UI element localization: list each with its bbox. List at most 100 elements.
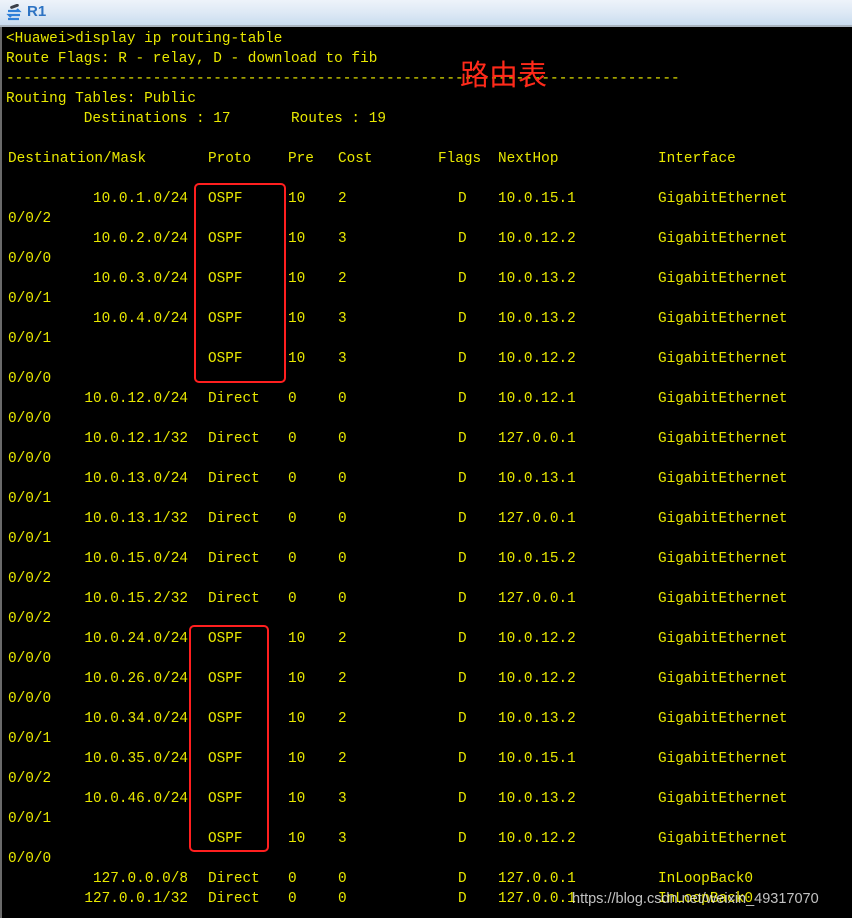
route-nexthop: 10.0.13.2 [498,791,576,807]
route-destination: 127.0.0.1/32 [84,891,188,907]
route-destination: 10.0.15.0/24 [84,551,188,567]
route-destination: 10.0.3.0/24 [93,271,188,287]
route-flags: D [458,191,467,207]
route-flags: D [458,471,467,487]
route-destination: 10.0.35.0/24 [84,751,188,767]
route-nexthop: 10.0.12.2 [498,231,576,247]
route-cost: 2 [338,271,347,287]
route-cost: 0 [338,591,347,607]
route-pre: 0 [288,551,297,567]
col-interface-header: Interface [658,151,736,167]
route-interface: GigabitEthernet [658,431,788,447]
col-proto-header: Proto [208,151,252,167]
route-interface: GigabitEthernet [658,711,788,727]
route-nexthop: 10.0.15.1 [498,751,576,767]
route-nexthop: 10.0.12.2 [498,831,576,847]
route-flags: D [458,351,467,367]
route-pre: 10 [288,231,306,247]
ospf-highlight-box-top [194,183,286,383]
route-interface: GigabitEthernet [658,271,788,287]
route-pre: 0 [288,391,297,407]
col-destination-header: Destination/Mask [8,151,147,167]
route-cost: 2 [338,631,347,647]
route-nexthop: 10.0.13.2 [498,711,576,727]
window-title: R1 [27,3,47,20]
route-interface-continuation: 0/0/2 [8,571,52,587]
routing-tables-line: Routing Tables: Public [6,91,196,107]
route-flags: D [458,511,467,527]
route-nexthop: 10.0.12.2 [498,351,576,367]
route-interface-continuation: 0/0/2 [8,771,52,787]
route-nexthop: 10.0.15.2 [498,551,576,567]
route-interface: GigabitEthernet [658,591,788,607]
route-destination: 10.0.12.0/24 [84,391,188,407]
route-destination: 10.0.24.0/24 [84,631,188,647]
route-interface: GigabitEthernet [658,791,788,807]
route-interface-continuation: 0/0/0 [8,651,52,667]
route-cost: 2 [338,711,347,727]
route-pre: 10 [288,831,306,847]
route-proto: Direct [208,871,260,887]
route-cost: 2 [338,671,347,687]
route-interface: GigabitEthernet [658,311,788,327]
ospf-highlight-box-bottom [189,625,269,852]
route-interface: GigabitEthernet [658,671,788,687]
route-pre: 0 [288,891,297,907]
route-interface-continuation: 0/0/1 [8,731,52,747]
route-nexthop: 10.0.12.2 [498,631,576,647]
route-proto: Direct [208,471,260,487]
route-pre: 0 [288,511,297,527]
route-interface-continuation: 0/0/0 [8,371,52,387]
route-pre: 0 [288,871,297,887]
window-titlebar[interactable]: R1 [0,0,852,27]
route-nexthop: 127.0.0.1 [498,431,576,447]
route-cost: 0 [338,871,347,887]
route-interface-continuation: 0/0/0 [8,251,52,267]
route-cost: 3 [338,351,347,367]
route-pre: 10 [288,751,306,767]
route-flags: D [458,831,467,847]
route-pre: 10 [288,791,306,807]
route-destination: 10.0.2.0/24 [93,231,188,247]
route-nexthop: 127.0.0.1 [498,591,576,607]
route-interface-continuation: 0/0/0 [8,411,52,427]
route-proto: Direct [208,591,260,607]
route-interface: GigabitEthernet [658,511,788,527]
col-nexthop-header: NextHop [498,151,559,167]
route-interface: GigabitEthernet [658,191,788,207]
route-pre: 10 [288,671,306,687]
route-pre: 0 [288,431,297,447]
route-nexthop: 127.0.0.1 [498,871,576,887]
route-destination: 10.0.26.0/24 [84,671,188,687]
route-interface: GigabitEthernet [658,391,788,407]
col-pre-header: Pre [288,151,314,167]
route-flags: D [458,271,467,287]
route-interface-continuation: 0/0/0 [8,691,52,707]
col-flags-header: Flags [438,151,482,167]
route-nexthop: 127.0.0.1 [498,891,576,907]
route-interface-continuation: 0/0/0 [8,451,52,467]
route-flags: D [458,591,467,607]
route-interface-continuation: 0/0/1 [8,491,52,507]
route-destination: 10.0.12.1/32 [84,431,188,447]
route-pre: 10 [288,351,306,367]
route-destination: 10.0.13.1/32 [84,511,188,527]
route-proto: Direct [208,511,260,527]
route-cost: 3 [338,231,347,247]
route-flags: D [458,391,467,407]
route-cost: 0 [338,551,347,567]
route-flags: D [458,871,467,887]
route-flags: D [458,711,467,727]
command-prompt-line: <Huawei>display ip routing-table [6,31,283,47]
route-flags: D [458,311,467,327]
route-cost: 0 [338,891,347,907]
route-interface-continuation: 0/0/1 [8,531,52,547]
route-flags: D [458,431,467,447]
route-interface-continuation: 0/0/1 [8,811,52,827]
route-nexthop: 10.0.12.2 [498,671,576,687]
route-nexthop: 10.0.13.2 [498,311,576,327]
watermark: https://blog.csdn.net/weixin_49317070 [572,891,819,907]
route-flags: D [458,631,467,647]
route-interface: GigabitEthernet [658,831,788,847]
route-interface-continuation: 0/0/2 [8,211,52,227]
